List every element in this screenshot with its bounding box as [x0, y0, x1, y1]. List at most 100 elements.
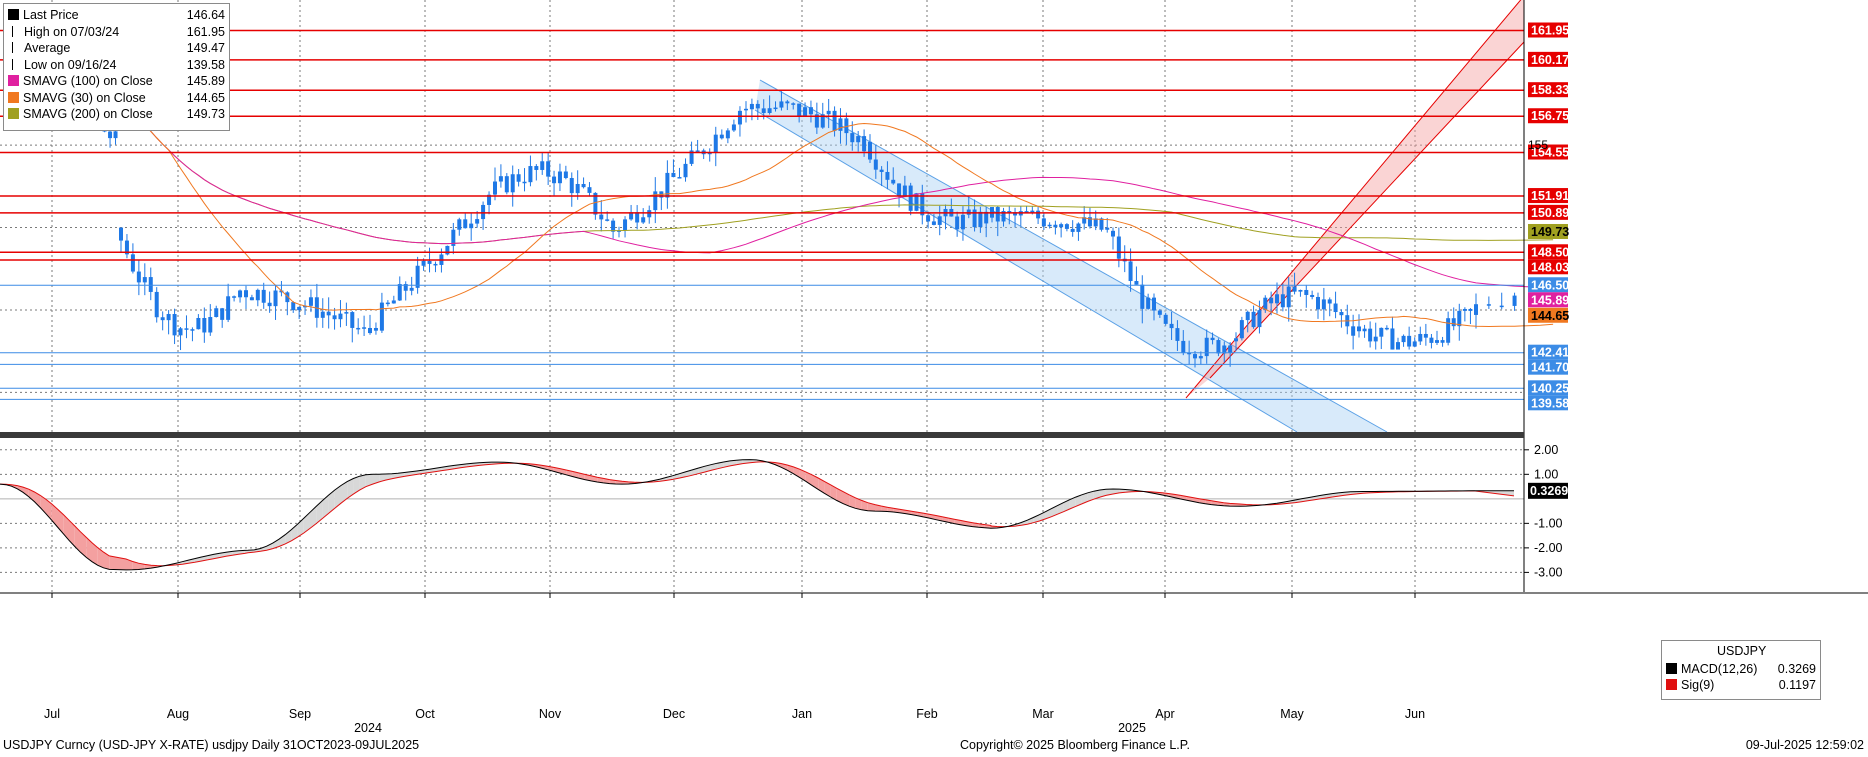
- legend-swatch-icon: [12, 58, 19, 70]
- level-label-160-17: 160.17: [1531, 53, 1569, 67]
- candle-body: [108, 131, 113, 139]
- legend-row: SMAVG (200) on Close 149.73: [8, 107, 225, 122]
- candle-body: [605, 219, 610, 221]
- candle-body: [749, 103, 754, 110]
- candle-body: [744, 108, 748, 111]
- candle-body: [647, 210, 652, 218]
- candle-body: [1390, 328, 1395, 350]
- candle-body: [190, 329, 195, 331]
- candle-body: [202, 317, 207, 333]
- rising-channel-edge-lower: [1209, 41, 1525, 379]
- candle-body: [1070, 228, 1075, 232]
- macd-tick-label: -1.00: [1534, 516, 1563, 530]
- candle-body: [391, 300, 396, 304]
- legend-label: Low on 09/16/24: [24, 57, 117, 72]
- candle-body: [172, 314, 177, 336]
- candle-body: [779, 101, 784, 108]
- legend-value: 149.47: [186, 41, 225, 55]
- candle-body: [1239, 320, 1244, 339]
- candle-body: [516, 174, 521, 182]
- candle-body: [308, 297, 313, 306]
- macd-legend-label: MACD(12,26): [1681, 662, 1758, 676]
- candle-body: [850, 133, 855, 143]
- candle-body: [1152, 297, 1156, 311]
- signal-line: [0, 461, 1515, 567]
- candle-body: [868, 141, 872, 160]
- candle-body: [1286, 286, 1291, 308]
- macd-current-value: 0.3269: [1530, 484, 1568, 498]
- candle-body: [1157, 310, 1162, 315]
- candle-body: [1486, 304, 1491, 306]
- level-label-145-89: 145.89: [1531, 293, 1569, 307]
- candle-body: [445, 245, 450, 255]
- candle-body: [356, 327, 361, 330]
- candle-body: [546, 161, 551, 177]
- candle-body: [142, 277, 147, 283]
- candle-body: [273, 290, 278, 307]
- x-tick-dec: Dec: [663, 707, 685, 721]
- macd-tick-label: 1.00: [1534, 467, 1558, 481]
- level-label-151-91: 151.91: [1531, 189, 1569, 203]
- x-tick-jan: Jan: [792, 707, 812, 721]
- candle-body: [362, 327, 367, 329]
- level-label-149-73: 149.73: [1531, 225, 1569, 239]
- x-tick-jul: Jul: [44, 707, 60, 721]
- candle-body: [1292, 286, 1297, 292]
- candle-body: [960, 214, 965, 230]
- level-label-161-95: 161.95: [1531, 24, 1569, 38]
- pane-divider: [0, 432, 1524, 438]
- candle-body: [1429, 337, 1434, 343]
- candle-body: [897, 183, 902, 197]
- x-tick-nov: Nov: [539, 707, 562, 721]
- candle-body: [427, 260, 432, 264]
- footer-timestamp: 09-Jul-2025 12:59:02: [1745, 738, 1864, 752]
- candle-body: [148, 277, 153, 292]
- candle-body: [563, 171, 568, 179]
- candle-body: [552, 176, 557, 184]
- candle-body: [683, 163, 688, 178]
- candle-body: [184, 328, 189, 330]
- candle-body: [737, 110, 742, 125]
- level-label-146-50: 146.50: [1531, 278, 1569, 292]
- price-levels: 161.95160.17158.33156.75154.55151.91150.…: [0, 22, 1569, 411]
- candle-body: [1105, 227, 1110, 230]
- candle-body: [731, 124, 736, 131]
- candle-body: [797, 103, 802, 116]
- legend-label: SMAVG (30) on Close: [23, 90, 146, 105]
- candle-body: [244, 290, 248, 298]
- candle-body: [1362, 328, 1367, 332]
- candle-body: [599, 214, 604, 220]
- candle-body: [463, 219, 468, 229]
- candle-body: [1462, 308, 1467, 311]
- x-tick-oct: Oct: [415, 707, 435, 721]
- candle-body: [1499, 305, 1504, 308]
- candle-body: [196, 317, 201, 330]
- candle-body: [119, 227, 123, 241]
- legend-row: SMAVG (100) on Close 145.89: [8, 74, 225, 89]
- footer-security: USDJPY Curncy (USD-JPY X-RATE) usdjpy Da…: [3, 738, 420, 752]
- candle-body: [255, 289, 260, 301]
- candle-body: [1216, 340, 1221, 354]
- legend-swatch-icon: [8, 75, 19, 86]
- candle-body: [540, 161, 545, 170]
- candle-body: [785, 101, 790, 104]
- candle-body: [1298, 289, 1303, 292]
- candle-body: [635, 212, 640, 223]
- candle-body: [1316, 296, 1320, 310]
- price-tick-label: 155: [1528, 138, 1548, 152]
- candle-body: [481, 204, 486, 220]
- candle-body: [1339, 312, 1344, 316]
- macd-fill-segment: [830, 484, 837, 501]
- candle-body: [713, 134, 718, 153]
- candle-body: [113, 131, 118, 139]
- candle-body: [373, 327, 378, 331]
- candle-body: [528, 166, 533, 183]
- macd-fill-segment: [359, 474, 366, 491]
- candle-body: [1396, 342, 1400, 350]
- candle-body: [1140, 284, 1145, 309]
- candle-body: [1412, 341, 1417, 347]
- level-label-158-33: 158.33: [1531, 83, 1569, 97]
- candle-body: [1379, 327, 1384, 337]
- candle-body: [1193, 354, 1197, 359]
- macd-legend-swatch-icon: [1666, 679, 1677, 690]
